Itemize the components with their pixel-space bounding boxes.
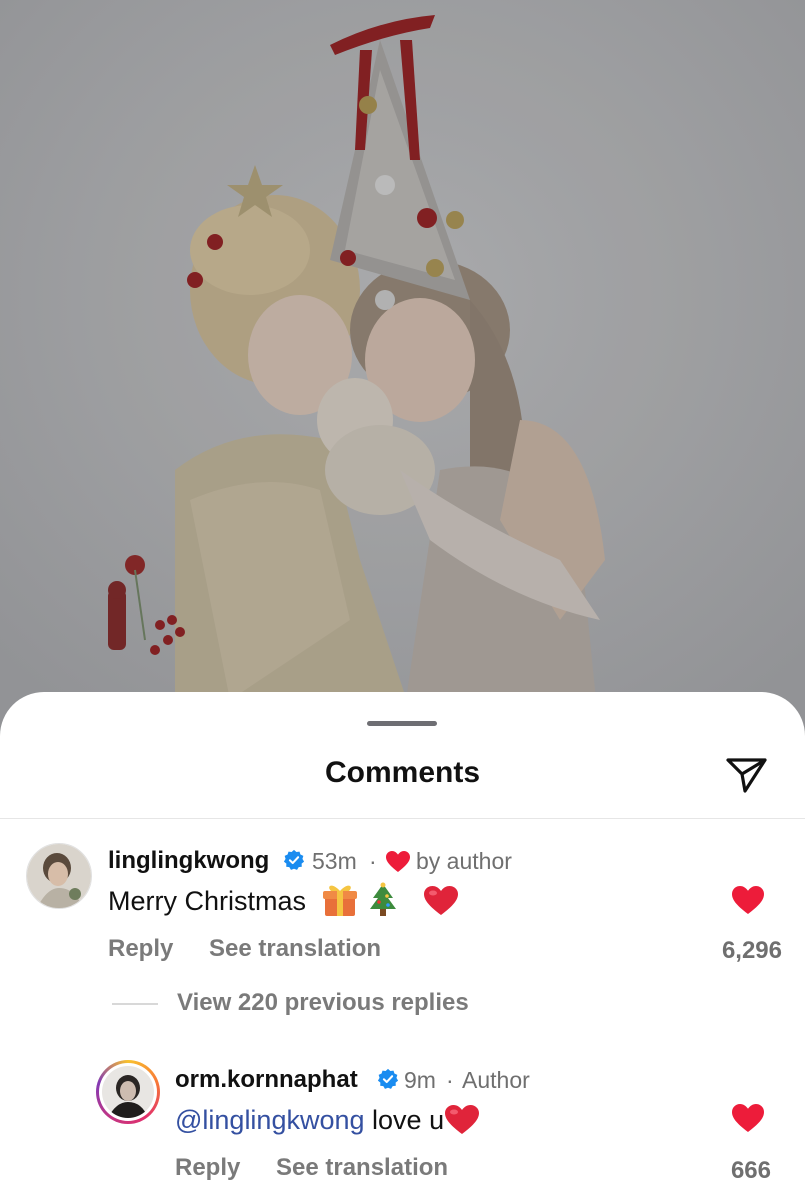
see-translation-button[interactable]: See translation bbox=[276, 1154, 448, 1182]
like-heart-button[interactable] bbox=[731, 885, 765, 915]
red-heart-emoji-icon bbox=[445, 1104, 480, 1134]
post-photo bbox=[0, 0, 805, 740]
paper-plane-icon bbox=[726, 758, 767, 793]
author-badge: Author bbox=[462, 1067, 530, 1093]
comment-body: love u bbox=[372, 1105, 445, 1135]
red-heart-emoji-icon bbox=[423, 885, 458, 915]
reply-button[interactable]: Reply bbox=[175, 1154, 240, 1182]
gift-emoji-icon bbox=[322, 885, 357, 916]
comment-time: 9m bbox=[404, 1067, 436, 1093]
sheet-title: Comments bbox=[324, 756, 481, 789]
like-count: 666 bbox=[730, 1157, 771, 1184]
comments-sheet: Comments linglingkwong 53m · by author M… bbox=[0, 692, 805, 1200]
avatar-image bbox=[102, 1066, 154, 1118]
comment-text: @linglingkwong love u bbox=[175, 1104, 480, 1136]
avatar-linglingkwong[interactable] bbox=[26, 843, 92, 909]
view-previous-replies-button[interactable]: View 220 previous replies bbox=[177, 989, 469, 1017]
like-count: 6,296 bbox=[721, 937, 782, 964]
sheet-grabber-handle[interactable] bbox=[367, 721, 437, 726]
meta-separator: · bbox=[446, 1067, 454, 1093]
see-translation-button[interactable]: See translation bbox=[209, 935, 381, 963]
verified-badge-icon bbox=[377, 1068, 399, 1089]
mention-link[interactable]: @linglingkwong bbox=[175, 1105, 365, 1135]
by-author-badge: by author bbox=[416, 848, 512, 874]
like-heart-button[interactable] bbox=[731, 1103, 765, 1133]
comment-username[interactable]: orm.kornnaphat bbox=[175, 1066, 358, 1094]
liked-by-author-heart-icon bbox=[386, 851, 410, 872]
comment-text: Merry Christmas bbox=[108, 882, 459, 918]
meta-separator: · bbox=[369, 848, 377, 874]
avatar-image bbox=[27, 844, 91, 908]
replies-line-divider bbox=[112, 1003, 158, 1005]
photo-dim-overlay bbox=[0, 0, 805, 740]
header-divider bbox=[0, 818, 805, 819]
christmas-tree-emoji-icon bbox=[370, 882, 397, 916]
comment-time: 53m bbox=[312, 848, 357, 874]
verified-badge-icon bbox=[283, 849, 305, 870]
comment-body: Merry Christmas bbox=[108, 886, 307, 916]
avatar-orm-kornnaphat[interactable] bbox=[96, 1060, 160, 1124]
comment-username[interactable]: linglingkwong bbox=[108, 847, 269, 875]
share-button[interactable] bbox=[722, 750, 772, 800]
reply-button[interactable]: Reply bbox=[108, 935, 173, 963]
